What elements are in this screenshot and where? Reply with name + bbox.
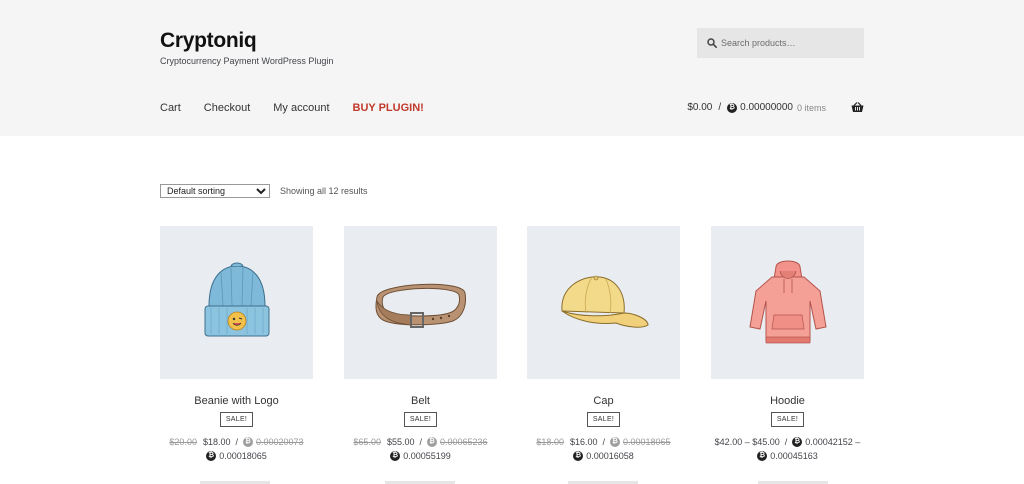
- sale-badge: SALE!: [770, 412, 805, 427]
- product-title[interactable]: Belt: [344, 395, 497, 407]
- result-count: Showing all 12 results: [280, 186, 368, 196]
- primary-nav: Cart Checkout My account BUY PLUGIN!: [160, 102, 447, 114]
- cart-crypto-price: 0.00000000: [740, 102, 793, 113]
- product-card: Beanie with Logo SALE! $20.00 $18.00 / ₿…: [160, 226, 313, 461]
- crypto-range-start: 0.00042152 –: [805, 437, 861, 447]
- old-crypto-price: 0.00020073: [256, 437, 304, 447]
- sale-price: $18.00: [202, 437, 231, 447]
- crypto-price: 0.00016058: [586, 451, 634, 461]
- cap-illustration: [560, 275, 649, 328]
- price-separator: /: [235, 437, 238, 447]
- price-line: $20.00 $18.00 / ₿ 0.00020073: [160, 437, 313, 447]
- belt-illustration: [375, 283, 466, 328]
- nav-my-account[interactable]: My account: [273, 102, 329, 114]
- product-image-beanie[interactable]: [160, 226, 313, 379]
- site-header: Cryptoniq Cryptocurrency Payment WordPre…: [0, 0, 1024, 136]
- sale-price: $16.00: [569, 437, 598, 447]
- crypto-price: 0.00055199: [403, 451, 451, 461]
- sort-select[interactable]: Default sorting: [160, 184, 270, 198]
- product-card: Belt SALE! $65.00 $55.00 / ₿ 0.00065236 …: [344, 226, 497, 461]
- hoodie-illustration: [748, 260, 827, 343]
- bitcoin-coin-icon: ₿: [792, 437, 803, 447]
- nav-checkout[interactable]: Checkout: [204, 102, 250, 114]
- old-price: $18.00: [536, 437, 564, 447]
- search-icon: [707, 38, 717, 48]
- product-image-hoodie[interactable]: [711, 226, 864, 379]
- price-separator: /: [419, 437, 422, 447]
- basket-icon[interactable]: [851, 102, 864, 113]
- price-line: $18.00 $16.00 / ₿ 0.00018065: [527, 437, 680, 447]
- price-separator: /: [602, 437, 605, 447]
- nav-buy-plugin[interactable]: BUY PLUGIN!: [353, 102, 424, 114]
- header-cart[interactable]: $0.00 / ₿ 0.00000000 0 items: [687, 102, 864, 113]
- sale-badge: SALE!: [403, 412, 438, 427]
- sale-badge: SALE!: [219, 412, 254, 427]
- price-line: $65.00 $55.00 / ₿ 0.00065236: [344, 437, 497, 447]
- price-separator: /: [784, 437, 788, 447]
- cart-price: $0.00: [687, 102, 713, 113]
- crypto-price-line: ₿ 0.00018065: [160, 451, 313, 461]
- product-image-cap[interactable]: [527, 226, 680, 379]
- crypto-price-line: ₿ 0.00055199: [344, 451, 497, 461]
- bitcoin-coin-icon: ₿: [427, 437, 437, 447]
- product-title[interactable]: Cap: [527, 395, 680, 407]
- old-crypto-price: 0.00018065: [623, 437, 671, 447]
- search-input[interactable]: [721, 28, 861, 58]
- old-crypto-price: 0.00065236: [440, 437, 488, 447]
- search-box: [697, 28, 864, 58]
- nav-cart[interactable]: Cart: [160, 102, 181, 114]
- beanie-illustration: [204, 262, 269, 336]
- cart-separator: /: [718, 102, 722, 113]
- site-title[interactable]: Cryptoniq: [160, 29, 257, 53]
- bitcoin-coin-icon: ₿: [757, 451, 768, 461]
- crypto-price: 0.00045163: [770, 451, 818, 461]
- crypto-price-line: ₿ 0.00016058: [527, 451, 680, 461]
- sale-badge: SALE!: [586, 412, 621, 427]
- product-title[interactable]: Hoodie: [711, 395, 864, 407]
- cart-item-count: 0 items: [796, 102, 826, 113]
- old-price: $65.00: [353, 437, 381, 447]
- bitcoin-coin-icon: ₿: [727, 102, 738, 113]
- bitcoin-coin-icon: ₿: [206, 451, 217, 461]
- sale-price: $55.00: [386, 437, 415, 447]
- site-description: Cryptocurrency Payment WordPress Plugin: [160, 56, 334, 66]
- bitcoin-coin-icon: ₿: [573, 451, 584, 461]
- bitcoin-coin-icon: ₿: [390, 451, 401, 461]
- price-line: $42.00 – $45.00 / ₿ 0.00042152 –: [711, 437, 864, 447]
- price-range: $42.00 – $45.00: [714, 437, 780, 447]
- product-image-belt[interactable]: [344, 226, 497, 379]
- product-title[interactable]: Beanie with Logo: [160, 395, 313, 407]
- bitcoin-coin-icon: ₿: [243, 437, 253, 447]
- old-price: $20.00: [169, 437, 197, 447]
- crypto-price-line: ₿ 0.00045163: [711, 451, 864, 461]
- product-card: Cap SALE! $18.00 $16.00 / ₿ 0.00018065 ₿…: [527, 226, 680, 461]
- product-card: Hoodie SALE! $42.00 – $45.00 / ₿ 0.00042…: [711, 226, 864, 461]
- bitcoin-coin-icon: ₿: [610, 437, 620, 447]
- crypto-price: 0.00018065: [219, 451, 267, 461]
